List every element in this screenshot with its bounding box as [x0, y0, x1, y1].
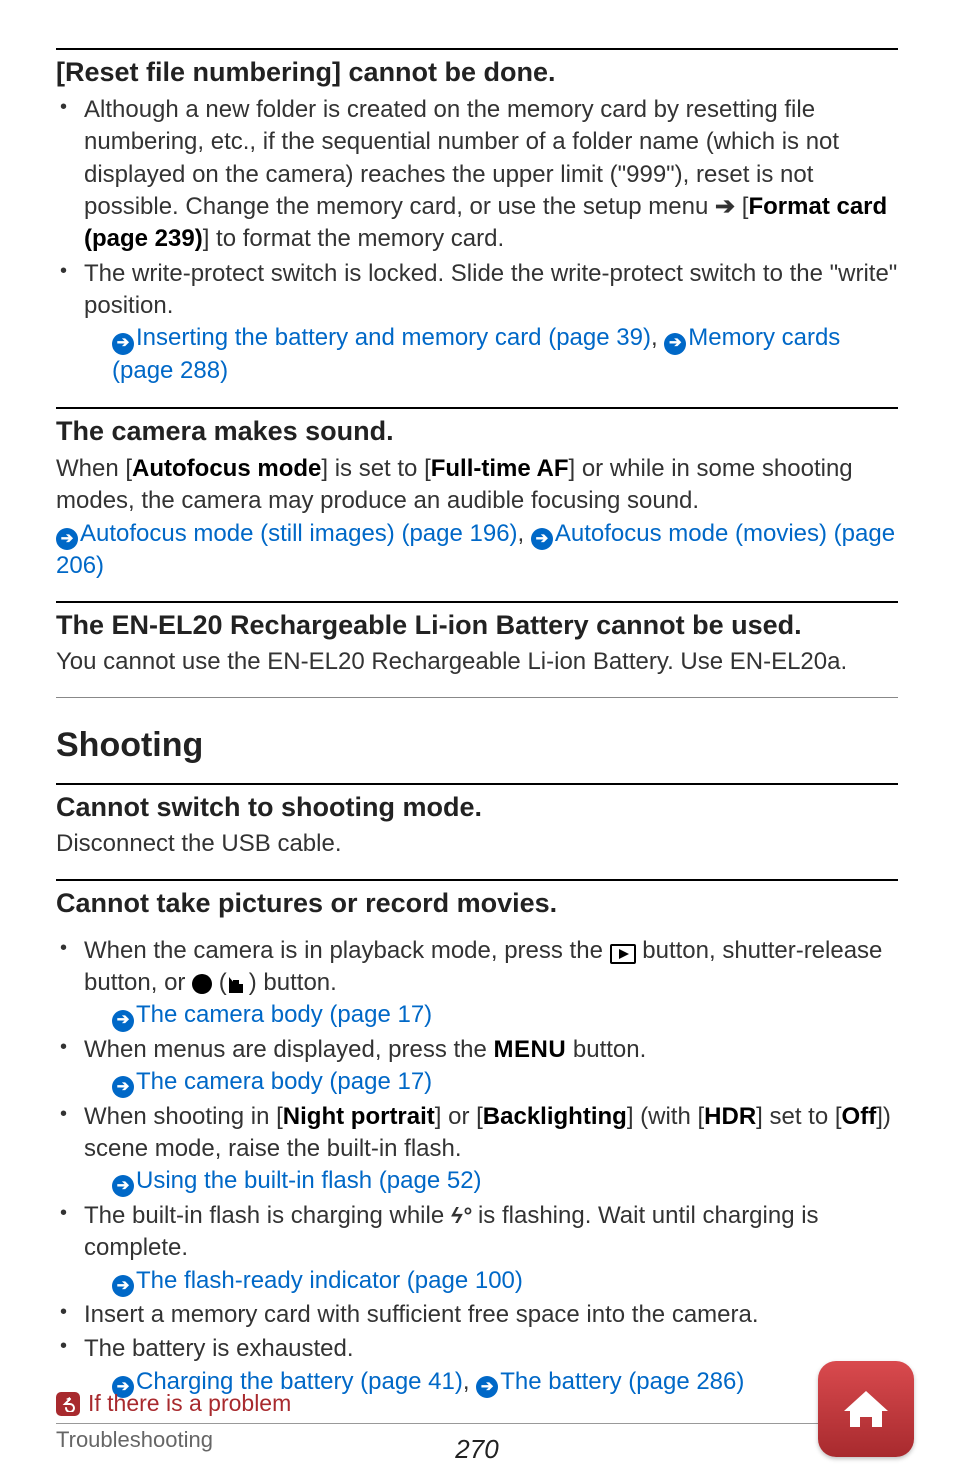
playback-button-icon	[610, 944, 636, 964]
text: The battery is exhausted.	[84, 1335, 353, 1362]
paragraph: Disconnect the USB cable.	[56, 828, 898, 860]
home-icon	[838, 1381, 894, 1437]
heading-reset-file-numbering: [Reset file numbering] cannot be done.	[56, 56, 898, 90]
footer-subsection-label: Troubleshooting	[56, 1423, 898, 1453]
paragraph: You cannot use the EN-EL20 Rechargeable …	[56, 646, 898, 678]
link-inserting-battery[interactable]: Inserting the battery and memory card (p…	[136, 324, 651, 351]
list-item: The built-in flash is charging while ϟ° …	[56, 1200, 898, 1297]
footer-breadcrumb[interactable]: If there is a problem	[56, 1390, 898, 1421]
text: ] set to [	[756, 1103, 841, 1130]
text-bold: Full-time AF	[431, 455, 569, 482]
link-arrow-icon: ➔	[112, 1076, 134, 1098]
list-item: The write-protect switch is locked. Slid…	[56, 258, 898, 388]
text: ] to format the memory card.	[203, 225, 504, 252]
link-arrow-icon: ➔	[112, 1175, 134, 1197]
link-arrow-icon: ➔	[664, 333, 686, 355]
link-arrow-icon: ➔	[56, 528, 78, 550]
paragraph: When [Autofocus mode] is set to [Full-ti…	[56, 453, 898, 518]
link-line: ➔Autofocus mode (still images) (page 196…	[56, 518, 898, 583]
list-item: When shooting in [Night portrait] or [Ba…	[56, 1101, 898, 1198]
text: When the camera is in playback mode, pre…	[84, 937, 610, 964]
list-item: When the camera is in playback mode, pre…	[56, 935, 898, 1032]
section-heading-shooting: Shooting	[56, 726, 898, 765]
text: ,	[651, 324, 664, 351]
text: When shooting in [	[84, 1103, 283, 1130]
text: button.	[263, 969, 336, 996]
link-arrow-icon: ➔	[531, 528, 553, 550]
flash-charging-icon: ϟ°	[451, 1203, 471, 1228]
link-camera-body-1[interactable]: The camera body (page 17)	[136, 1001, 432, 1028]
list-item: The battery is exhausted. ➔Charging the …	[56, 1333, 898, 1398]
text: ] (with [	[627, 1103, 704, 1130]
heading-cannot-take-pictures: Cannot take pictures or record movies.	[56, 887, 898, 921]
list-item: Insert a memory card with sufficient fre…	[56, 1299, 898, 1331]
link-arrow-icon: ➔	[112, 1275, 134, 1297]
text-bold: Off	[842, 1103, 877, 1130]
text: ] or [	[435, 1103, 483, 1130]
link-arrow-icon: ➔	[112, 1010, 134, 1032]
text: (	[219, 969, 227, 996]
text-bold: Night portrait	[283, 1103, 435, 1130]
link-builtin-flash[interactable]: Using the built-in flash (page 52)	[136, 1167, 482, 1194]
back-icon[interactable]	[56, 1392, 80, 1416]
text: button.	[566, 1036, 646, 1063]
text: ,	[518, 520, 531, 547]
link-arrow-icon: ➔	[112, 333, 134, 355]
arrow-right-icon: ➔	[715, 193, 735, 220]
text: ] is set to [	[321, 455, 430, 482]
text: The write-protect switch is locked. Slid…	[84, 260, 897, 319]
text: When menus are displayed, press the	[84, 1036, 494, 1063]
movie-record-icon	[227, 974, 249, 994]
ok-button-icon	[192, 974, 212, 994]
text: )	[249, 969, 257, 996]
text-bold: HDR	[704, 1103, 756, 1130]
heading-en-el20: The EN-EL20 Rechargeable Li-ion Battery …	[56, 609, 898, 643]
heading-cannot-switch-mode: Cannot switch to shooting mode.	[56, 791, 898, 825]
link-camera-body-2[interactable]: The camera body (page 17)	[136, 1068, 432, 1095]
list-item: Although a new folder is created on the …	[56, 94, 898, 256]
heading-camera-makes-sound: The camera makes sound.	[56, 415, 898, 449]
list-item: When menus are displayed, press the MENU…	[56, 1034, 898, 1099]
footer-section-label: If there is a problem	[88, 1390, 291, 1417]
home-button[interactable]	[818, 1361, 914, 1457]
text: When [	[56, 455, 132, 482]
text: Insert a memory card with sufficient fre…	[84, 1301, 759, 1328]
text: The built-in flash is charging while	[84, 1202, 451, 1229]
link-af-still[interactable]: Autofocus mode (still images) (page 196)	[80, 520, 518, 547]
text-bold: Autofocus mode	[132, 455, 321, 482]
menu-button-icon: MENU	[494, 1036, 567, 1063]
link-flash-ready[interactable]: The flash-ready indicator (page 100)	[136, 1267, 523, 1294]
text-bold: Backlighting	[483, 1103, 627, 1130]
